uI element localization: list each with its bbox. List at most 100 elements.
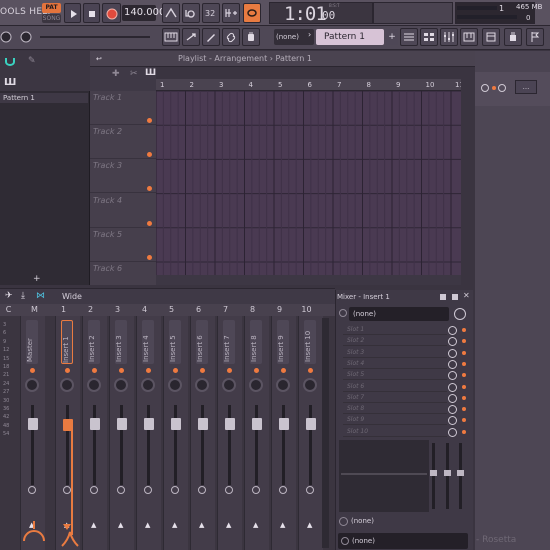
slice-icon[interactable]: ✂	[130, 69, 138, 79]
tempo-field[interactable]: 140.000	[122, 5, 165, 21]
metronome-button[interactable]	[162, 3, 180, 23]
hand-tool-icon[interactable]: ✎	[28, 56, 36, 66]
playlist-nav-icon[interactable]: ↩	[96, 55, 102, 63]
eq-fader-cap[interactable]	[457, 470, 464, 476]
strip-fader-track[interactable]	[255, 405, 258, 485]
slot-mix-knob[interactable]	[448, 348, 457, 358]
track-name[interactable]: Track 5	[93, 230, 122, 239]
strip-pan-knob[interactable]	[303, 378, 317, 392]
strip-number[interactable]: 4	[132, 305, 157, 314]
countdown-button[interactable]: 32	[202, 3, 220, 23]
strip-name-label[interactable]: Insert 8	[250, 320, 262, 364]
strip-stereo-knob[interactable]	[198, 486, 206, 494]
eq-band-fader-low[interactable]	[432, 443, 435, 509]
record-button[interactable]	[102, 3, 121, 23]
strip-fader-track[interactable]	[309, 405, 312, 485]
insert-settings-knob[interactable]	[454, 308, 466, 320]
strip-stereo-knob[interactable]	[171, 486, 179, 494]
piano-roll-view-button[interactable]	[460, 28, 478, 46]
strip-fader-track[interactable]	[93, 405, 96, 485]
slot-enable-led[interactable]	[462, 395, 466, 400]
slot-mix-knob[interactable]	[448, 382, 457, 392]
playlist-view-button[interactable]	[400, 28, 418, 46]
strip-stereo-knob[interactable]	[225, 486, 233, 494]
route-arrow-icon[interactable]: ▲	[172, 521, 177, 529]
add-pattern-button[interactable]: +	[386, 29, 398, 45]
mixer-view-button[interactable]	[440, 28, 458, 46]
strip-stereo-knob[interactable]	[144, 486, 152, 494]
strip-number[interactable]: 8	[240, 305, 265, 314]
magnet-icon[interactable]	[4, 56, 16, 66]
eq-fader-cap[interactable]	[430, 470, 437, 476]
strip-mute-led[interactable]	[146, 368, 151, 373]
effect-slot[interactable]: Slot 10	[343, 427, 447, 437]
pattern-picker-icon[interactable]: Ш	[145, 68, 156, 78]
slot-mix-knob[interactable]	[448, 393, 457, 403]
strip-number[interactable]: 7	[213, 305, 238, 314]
route-arrow-icon[interactable]: ▲	[280, 521, 285, 529]
strip-fader-cap[interactable]	[306, 418, 316, 430]
track-name[interactable]: Track 4	[93, 196, 122, 205]
blend-notes-button[interactable]	[222, 3, 240, 23]
plugin-view-button[interactable]	[504, 28, 522, 46]
piano-roll-button[interactable]	[162, 28, 180, 46]
strip-mute-led[interactable]	[308, 368, 313, 373]
strip-number[interactable]: 9	[267, 305, 292, 314]
restore-icon[interactable]	[440, 294, 446, 300]
maximize-icon[interactable]	[452, 294, 458, 300]
strip-fader-cap[interactable]	[144, 418, 154, 430]
track-name[interactable]: Track 1	[93, 93, 122, 102]
close-icon[interactable]: ✕	[463, 291, 470, 300]
strip-name-label[interactable]: Insert 7	[223, 320, 235, 364]
mixer-import-icon[interactable]: ⤓	[21, 291, 25, 301]
stop-button[interactable]	[83, 3, 100, 23]
insert-output-select[interactable]: (none)	[338, 533, 468, 549]
plugin-picker-button[interactable]	[242, 28, 260, 46]
playlist-grid[interactable]	[156, 91, 461, 285]
route-arrow-icon[interactable]: ▲	[307, 521, 312, 529]
route-arrow-icon[interactable]: ▲	[226, 521, 231, 529]
strip-number[interactable]: 1	[51, 305, 76, 314]
pattern-mode-button[interactable]: PAT	[42, 3, 61, 13]
strip-fader-track[interactable]	[147, 405, 150, 485]
slot-enable-led[interactable]	[462, 350, 466, 355]
strip-stereo-knob[interactable]	[28, 486, 36, 494]
strip-fader-track[interactable]	[31, 405, 34, 485]
strip-name-label[interactable]: Insert 1	[61, 320, 73, 364]
strip-number[interactable]: 10	[294, 305, 319, 314]
strip-mute-led[interactable]	[92, 368, 97, 373]
strip-fader-cap[interactable]	[279, 418, 289, 430]
main-slider[interactable]	[40, 36, 150, 38]
eq-fader-cap[interactable]	[444, 470, 451, 476]
master-pitch-knob[interactable]	[16, 28, 36, 46]
route-arrow-icon[interactable]: ▲	[145, 521, 150, 529]
track-name[interactable]: Track 2	[93, 127, 122, 136]
track-mute-led[interactable]	[147, 118, 152, 123]
slot-mix-knob[interactable]	[448, 359, 457, 369]
strip-fader-track[interactable]	[228, 405, 231, 485]
strip-fader-cap[interactable]	[225, 418, 235, 430]
strip-name-label[interactable]: Insert 4	[142, 320, 154, 364]
effect-slot[interactable]: Slot 3	[343, 348, 447, 358]
strip-pan-knob[interactable]	[168, 378, 182, 392]
strip-mute-led[interactable]	[200, 368, 205, 373]
strip-fader-cap[interactable]	[117, 418, 127, 430]
strip-pan-knob[interactable]	[276, 378, 290, 392]
eq-display[interactable]	[339, 440, 429, 512]
slot-enable-led[interactable]	[462, 361, 466, 366]
strip-fader-cap[interactable]	[198, 418, 208, 430]
strip-pan-knob[interactable]	[87, 378, 101, 392]
insert-input-select[interactable]: (none)	[349, 307, 449, 321]
strip-fader-track[interactable]	[174, 405, 177, 485]
strip-stereo-knob[interactable]	[306, 486, 314, 494]
route-arrow-icon[interactable]: ▲	[118, 521, 123, 529]
strip-fader-cap[interactable]	[252, 418, 262, 430]
strip-mute-led[interactable]	[173, 368, 178, 373]
track-name[interactable]: Track 6	[93, 264, 122, 273]
strip-mute-led[interactable]	[254, 368, 259, 373]
slot-enable-led[interactable]	[462, 429, 466, 434]
strip-fader-cap[interactable]	[90, 418, 100, 430]
slot-enable-led[interactable]	[462, 328, 466, 332]
strip-name-label[interactable]: Insert 5	[169, 320, 181, 364]
strip-number[interactable]: 5	[159, 305, 184, 314]
